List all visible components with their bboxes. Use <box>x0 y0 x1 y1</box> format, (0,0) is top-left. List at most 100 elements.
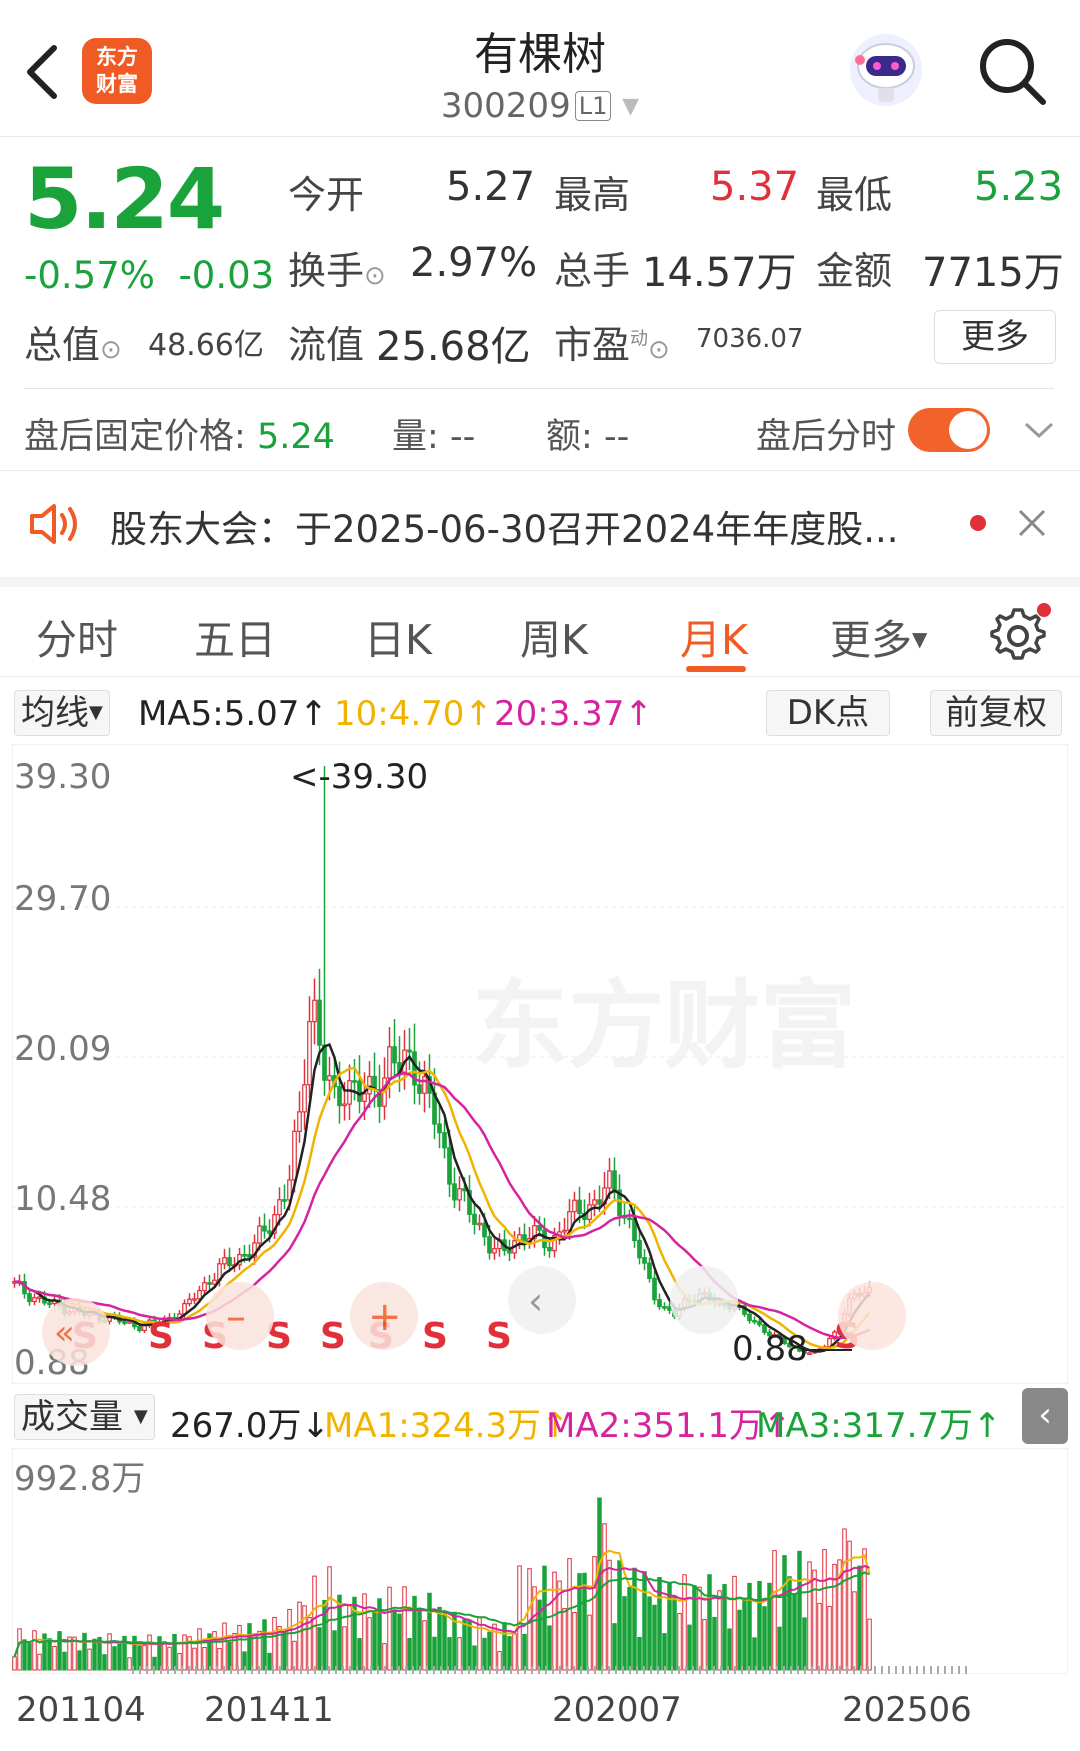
assistant-robot-icon[interactable] <box>846 30 926 110</box>
volume-bar <box>327 1566 332 1671</box>
market-cap-label[interactable]: 总值⊙ <box>24 314 122 369</box>
volume-bar <box>357 1638 362 1671</box>
candle <box>32 1297 37 1303</box>
candle <box>752 1319 757 1323</box>
candlestick-chart[interactable]: 东方财富 39.30 29.70 20.09 10.48 0.88 <-39.3… <box>12 744 1068 1384</box>
more-quote-button[interactable]: 更多 <box>934 310 1056 364</box>
float-cap-label: 流值 <box>288 323 365 367</box>
scroll-left-icon[interactable]: « <box>54 1313 75 1353</box>
volume-bar <box>622 1596 627 1671</box>
volume-bar <box>52 1646 57 1671</box>
dk-point-button[interactable]: DK点 <box>766 690 890 736</box>
candle <box>607 1170 612 1189</box>
candle <box>327 1075 332 1081</box>
candle <box>472 1213 477 1225</box>
volume-bar <box>292 1640 297 1671</box>
candle <box>657 1299 662 1308</box>
collapse-panel-button[interactable]: ‹ <box>1022 1388 1068 1444</box>
notice-bar[interactable]: 股东大会：于2025-06-30召开2024年年度股... <box>0 470 1080 587</box>
volume-bar <box>827 1606 832 1671</box>
y-tick: 10.48 <box>14 1179 111 1219</box>
zoom-in-icon[interactable]: + <box>368 1294 402 1340</box>
y-tick: 29.70 <box>14 879 111 919</box>
volume-bar <box>47 1638 52 1671</box>
candle <box>507 1249 512 1254</box>
volume-bar <box>732 1575 737 1671</box>
volume-label: 总手 <box>554 249 631 293</box>
volume-bar <box>237 1624 242 1671</box>
candle <box>592 1199 597 1206</box>
volume-bar <box>297 1601 302 1671</box>
zoom-out-icon[interactable]: – <box>226 1294 246 1340</box>
info-icon[interactable]: ⊙ <box>364 261 386 291</box>
pe-label[interactable]: 市盈动⊙ <box>554 314 670 369</box>
candle <box>642 1257 647 1264</box>
volume-bar <box>712 1616 717 1671</box>
candle <box>302 1084 307 1113</box>
amount-value: 7715万 <box>922 250 1064 296</box>
volume-bar <box>682 1574 687 1671</box>
settings-gear-icon[interactable] <box>990 602 1052 664</box>
volume-bar <box>397 1613 402 1671</box>
after-hours-toggle[interactable] <box>908 408 990 452</box>
volume-bar <box>867 1618 872 1671</box>
top-bar: 东方 财富 有棵树 300209 L1 ▼ <box>0 0 1080 137</box>
x-tick: 201104 <box>16 1690 146 1730</box>
info-icon[interactable]: ⊙ <box>100 335 122 365</box>
volume-max-label: 992.8万 <box>14 1459 145 1499</box>
tab-five-day[interactable]: 五日 <box>194 606 276 666</box>
volume-bar <box>217 1648 222 1671</box>
notice-text[interactable]: 股东大会：于2025-06-30召开2024年年度股... <box>110 499 898 553</box>
tab-more[interactable]: 更多▼ <box>830 606 927 666</box>
volume-bar <box>222 1622 227 1671</box>
candle <box>37 1296 42 1300</box>
volume-bar <box>717 1590 722 1671</box>
volume-bar <box>437 1606 442 1671</box>
volume-bar <box>852 1591 857 1671</box>
volume-bar <box>182 1634 187 1671</box>
candle <box>187 1298 192 1305</box>
tab-monthly-k[interactable]: 月K <box>680 606 748 666</box>
volume-bar <box>172 1633 177 1671</box>
search-icon[interactable] <box>975 34 1051 110</box>
volume-ma1: MA1:324.3万↑ <box>324 1406 570 1446</box>
volume-bar <box>512 1633 517 1671</box>
volume-bar <box>32 1630 37 1671</box>
volume-chart[interactable]: 992.8万 <box>12 1448 1068 1674</box>
close-icon[interactable] <box>1016 507 1048 539</box>
after-hours-amount: 额: -- <box>546 417 630 457</box>
candle <box>542 1229 547 1249</box>
info-icon[interactable]: ⊙ <box>648 335 670 365</box>
candle <box>207 1282 212 1285</box>
volume-bar <box>367 1617 372 1671</box>
volume-bar <box>857 1565 862 1671</box>
chevron-down-icon[interactable] <box>1022 418 1056 442</box>
volume-bar <box>797 1550 802 1671</box>
volume-bar <box>742 1597 747 1671</box>
volume-bar <box>447 1637 452 1671</box>
candle <box>277 1199 282 1216</box>
volume-bar <box>652 1604 657 1671</box>
after-hours-volume: 量: -- <box>392 417 476 457</box>
active-tab-indicator <box>686 666 746 672</box>
turnover-label[interactable]: 换手⊙ <box>288 240 386 295</box>
volume-bar <box>332 1630 337 1671</box>
candle <box>492 1248 497 1254</box>
volume-bar <box>252 1635 257 1671</box>
candle <box>222 1257 227 1265</box>
step-back-icon[interactable]: ‹ <box>528 1279 543 1323</box>
candle <box>537 1225 542 1231</box>
volume-bar <box>822 1549 827 1671</box>
candle <box>457 1188 462 1201</box>
candle <box>242 1253 247 1257</box>
candle <box>367 1075 372 1095</box>
divider <box>24 388 1054 389</box>
ma-selector[interactable]: 均线▼ <box>14 690 110 736</box>
tab-weekly-k[interactable]: 周K <box>520 606 588 666</box>
volume-selector[interactable]: 成交量 ▼ <box>14 1394 155 1440</box>
tab-intraday[interactable]: 分时 <box>36 606 118 666</box>
tab-daily-k[interactable]: 日K <box>364 606 432 666</box>
candle <box>747 1313 752 1322</box>
volume-bar <box>407 1637 412 1671</box>
adjust-price-button[interactable]: 前复权 <box>930 690 1062 736</box>
